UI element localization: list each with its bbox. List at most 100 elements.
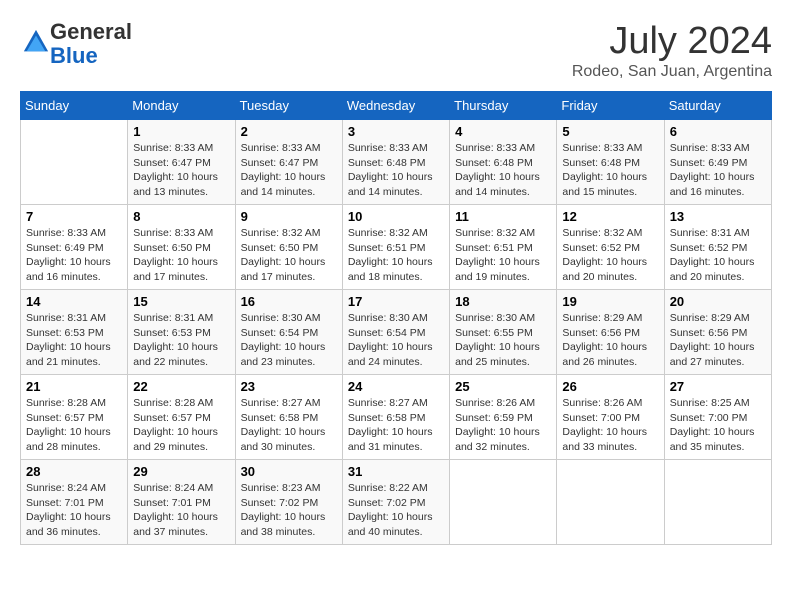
calendar-day-header: Saturday: [664, 92, 771, 120]
day-number: 13: [670, 209, 766, 224]
day-info: Sunrise: 8:33 AM Sunset: 6:48 PM Dayligh…: [348, 141, 444, 200]
day-info: Sunrise: 8:31 AM Sunset: 6:53 PM Dayligh…: [133, 311, 229, 370]
calendar-cell: 11Sunrise: 8:32 AM Sunset: 6:51 PM Dayli…: [450, 205, 557, 290]
day-info: Sunrise: 8:33 AM Sunset: 6:47 PM Dayligh…: [133, 141, 229, 200]
logo-blue-text: Blue: [50, 43, 98, 68]
day-info: Sunrise: 8:28 AM Sunset: 6:57 PM Dayligh…: [133, 396, 229, 455]
calendar-cell: 27Sunrise: 8:25 AM Sunset: 7:00 PM Dayli…: [664, 375, 771, 460]
day-info: Sunrise: 8:31 AM Sunset: 6:52 PM Dayligh…: [670, 226, 766, 285]
day-number: 8: [133, 209, 229, 224]
day-info: Sunrise: 8:32 AM Sunset: 6:51 PM Dayligh…: [348, 226, 444, 285]
calendar-week-row: 21 Sunrise: 8:28 AM Sunset: 6:57 PM Dayli…: [21, 375, 772, 460]
day-number: 31: [348, 464, 444, 479]
day-number: 10: [348, 209, 444, 224]
title-block: July 2024 Rodeo, San Juan, Argentina: [572, 20, 772, 81]
day-number: 30: [241, 464, 337, 479]
calendar-cell: [557, 460, 664, 545]
calendar-day-header: Sunday: [21, 92, 128, 120]
day-number: 27: [670, 379, 766, 394]
day-info: Sunrise: 8:30 AM Sunset: 6:55 PM Dayligh…: [455, 311, 551, 370]
day-number: 9: [241, 209, 337, 224]
calendar-cell: 20 Sunrise: 8:29 AM Sunset: 6:56 PM Dayli…: [664, 290, 771, 375]
day-info: Sunrise: 8:30 AM Sunset: 6:54 PM Dayligh…: [348, 311, 444, 370]
calendar-cell: 19Sunrise: 8:29 AM Sunset: 6:56 PM Dayli…: [557, 290, 664, 375]
day-info: Sunrise: 8:24 AM Sunset: 7:01 PM Dayligh…: [26, 481, 122, 540]
day-info: Sunrise: 8:31 AM Sunset: 6:53 PM Dayligh…: [26, 311, 122, 370]
day-info: Sunrise: 8:32 AM Sunset: 6:50 PM Dayligh…: [241, 226, 337, 285]
day-number: 16: [241, 294, 337, 309]
calendar-cell: 13 Sunrise: 8:31 AM Sunset: 6:52 PM Dayli…: [664, 205, 771, 290]
calendar-cell: 16 Sunrise: 8:30 AM Sunset: 6:54 PM Dayli…: [235, 290, 342, 375]
calendar-cell: 21 Sunrise: 8:28 AM Sunset: 6:57 PM Dayli…: [21, 375, 128, 460]
calendar-cell: [664, 460, 771, 545]
calendar-cell: 31 Sunrise: 8:22 AM Sunset: 7:02 PM Dayli…: [342, 460, 449, 545]
day-number: 22: [133, 379, 229, 394]
calendar-cell: 14 Sunrise: 8:31 AM Sunset: 6:53 PM Dayli…: [21, 290, 128, 375]
day-number: 21: [26, 379, 122, 394]
day-info: Sunrise: 8:33 AM Sunset: 6:50 PM Dayligh…: [133, 226, 229, 285]
calendar-week-row: 14 Sunrise: 8:31 AM Sunset: 6:53 PM Dayli…: [21, 290, 772, 375]
calendar-day-header: Monday: [128, 92, 235, 120]
calendar-day-header: Wednesday: [342, 92, 449, 120]
day-number: 7: [26, 209, 122, 224]
calendar-cell: 6 Sunrise: 8:33 AM Sunset: 6:49 PM Daylig…: [664, 120, 771, 205]
calendar-cell: 2Sunrise: 8:33 AM Sunset: 6:47 PM Daylig…: [235, 120, 342, 205]
day-info: Sunrise: 8:22 AM Sunset: 7:02 PM Dayligh…: [348, 481, 444, 540]
day-info: Sunrise: 8:26 AM Sunset: 6:59 PM Dayligh…: [455, 396, 551, 455]
day-number: 28: [26, 464, 122, 479]
day-number: 6: [670, 124, 766, 139]
day-info: Sunrise: 8:28 AM Sunset: 6:57 PM Dayligh…: [26, 396, 122, 455]
calendar-cell: 9 Sunrise: 8:32 AM Sunset: 6:50 PM Daylig…: [235, 205, 342, 290]
calendar-table: SundayMondayTuesdayWednesdayThursdayFrid…: [20, 91, 772, 545]
calendar-cell: 24 Sunrise: 8:27 AM Sunset: 6:58 PM Dayli…: [342, 375, 449, 460]
calendar-cell: 28 Sunrise: 8:24 AM Sunset: 7:01 PM Dayli…: [21, 460, 128, 545]
calendar-day-header: Friday: [557, 92, 664, 120]
calendar-week-row: 1 Sunrise: 8:33 AM Sunset: 6:47 PM Daylig…: [21, 120, 772, 205]
calendar-header-row: SundayMondayTuesdayWednesdayThursdayFrid…: [21, 92, 772, 120]
calendar-cell: 22 Sunrise: 8:28 AM Sunset: 6:57 PM Dayli…: [128, 375, 235, 460]
calendar-cell: 8 Sunrise: 8:33 AM Sunset: 6:50 PM Daylig…: [128, 205, 235, 290]
day-info: Sunrise: 8:33 AM Sunset: 6:49 PM Dayligh…: [26, 226, 122, 285]
calendar-cell: 1 Sunrise: 8:33 AM Sunset: 6:47 PM Daylig…: [128, 120, 235, 205]
calendar-cell: 17 Sunrise: 8:30 AM Sunset: 6:54 PM Dayli…: [342, 290, 449, 375]
calendar-cell: 3 Sunrise: 8:33 AM Sunset: 6:48 PM Daylig…: [342, 120, 449, 205]
day-number: 12: [562, 209, 658, 224]
day-info: Sunrise: 8:30 AM Sunset: 6:54 PM Dayligh…: [241, 311, 337, 370]
calendar-day-header: Tuesday: [235, 92, 342, 120]
calendar-cell: 12 Sunrise: 8:32 AM Sunset: 6:52 PM Dayli…: [557, 205, 664, 290]
day-info: Sunrise: 8:32 AM Sunset: 6:52 PM Dayligh…: [562, 226, 658, 285]
day-number: 17: [348, 294, 444, 309]
day-info: Sunrise: 8:26 AM Sunset: 7:00 PM Dayligh…: [562, 396, 658, 455]
day-info: Sunrise: 8:29 AM Sunset: 6:56 PM Dayligh…: [670, 311, 766, 370]
day-number: 23: [241, 379, 337, 394]
calendar-cell: 30 Sunrise: 8:23 AM Sunset: 7:02 PM Dayli…: [235, 460, 342, 545]
day-number: 4: [455, 124, 551, 139]
day-number: 20: [670, 294, 766, 309]
calendar-cell: 5Sunrise: 8:33 AM Sunset: 6:48 PM Daylig…: [557, 120, 664, 205]
calendar-cell: 25 Sunrise: 8:26 AM Sunset: 6:59 PM Dayli…: [450, 375, 557, 460]
day-number: 18: [455, 294, 551, 309]
logo-icon: [22, 28, 50, 56]
day-number: 1: [133, 124, 229, 139]
day-number: 25: [455, 379, 551, 394]
day-number: 24: [348, 379, 444, 394]
logo: General Blue: [20, 20, 132, 68]
day-number: 11: [455, 209, 551, 224]
day-info: Sunrise: 8:24 AM Sunset: 7:01 PM Dayligh…: [133, 481, 229, 540]
calendar-cell: 26Sunrise: 8:26 AM Sunset: 7:00 PM Dayli…: [557, 375, 664, 460]
day-info: Sunrise: 8:33 AM Sunset: 6:49 PM Dayligh…: [670, 141, 766, 200]
calendar-cell: 23Sunrise: 8:27 AM Sunset: 6:58 PM Dayli…: [235, 375, 342, 460]
calendar-cell: 7 Sunrise: 8:33 AM Sunset: 6:49 PM Daylig…: [21, 205, 128, 290]
day-info: Sunrise: 8:33 AM Sunset: 6:47 PM Dayligh…: [241, 141, 337, 200]
day-info: Sunrise: 8:27 AM Sunset: 6:58 PM Dayligh…: [348, 396, 444, 455]
calendar-cell: 4 Sunrise: 8:33 AM Sunset: 6:48 PM Daylig…: [450, 120, 557, 205]
month-year: July 2024: [572, 20, 772, 63]
day-number: 19: [562, 294, 658, 309]
day-number: 3: [348, 124, 444, 139]
calendar-day-header: Thursday: [450, 92, 557, 120]
day-info: Sunrise: 8:23 AM Sunset: 7:02 PM Dayligh…: [241, 481, 337, 540]
day-info: Sunrise: 8:33 AM Sunset: 6:48 PM Dayligh…: [455, 141, 551, 200]
day-number: 14: [26, 294, 122, 309]
calendar-cell: 29Sunrise: 8:24 AM Sunset: 7:01 PM Dayli…: [128, 460, 235, 545]
day-number: 15: [133, 294, 229, 309]
